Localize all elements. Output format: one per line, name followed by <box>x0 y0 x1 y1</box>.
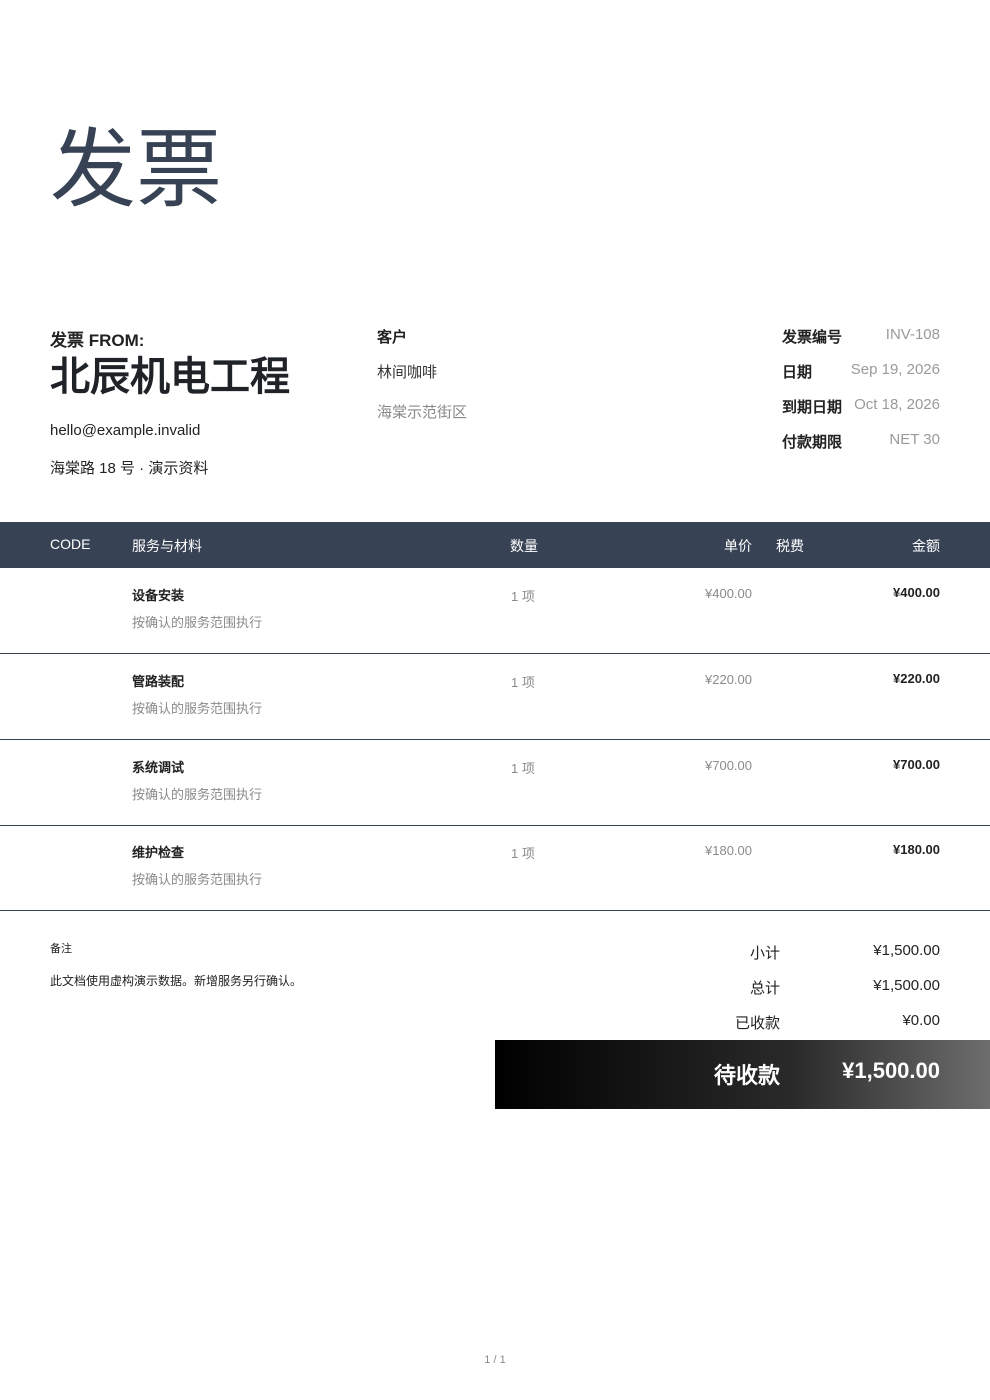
item-qty: 1 项 <box>511 675 535 690</box>
item-description: 按确认的服务范围执行 <box>132 615 263 630</box>
client-address: 海棠示范街区 <box>377 404 468 421</box>
meta-due-date: 到期日期 Oct 18, 2026 <box>782 396 940 416</box>
subtotal-value: ¥1,500.00 <box>873 942 940 959</box>
due-label: 待收款 <box>713 1063 780 1088</box>
paid-value: ¥0.00 <box>902 1012 940 1029</box>
amount-due-bar: 待收款 ¥1,500.00 <box>495 1040 990 1109</box>
item-qty: 1 项 <box>511 589 535 604</box>
item-description: 按确认的服务范围执行 <box>132 701 263 716</box>
item-price: ¥400.00 <box>705 586 752 601</box>
notes-text: 此文档使用虚构演示数据。新增服务另行确认。 <box>50 974 303 988</box>
table-row: 维护检查 按确认的服务范围执行 1 项 ¥180.00 ¥180.00 <box>0 825 990 911</box>
header-item: 服务与材料 <box>132 538 202 554</box>
meta-value: Oct 18, 2026 <box>854 396 940 413</box>
meta-payment-terms: 付款期限 NET 30 <box>782 431 940 451</box>
paid-label: 已收款 <box>734 1015 780 1032</box>
item-qty: 1 项 <box>511 846 535 861</box>
header-qty: 数量 <box>510 538 538 554</box>
meta-key: 付款期限 <box>782 434 843 451</box>
item-price: ¥700.00 <box>705 758 752 773</box>
company-address: 海棠路 18 号 · 演示资料 <box>50 460 209 477</box>
item-amount: ¥180.00 <box>893 842 940 857</box>
subtotal-label: 小计 <box>749 945 780 962</box>
company-name: 北辰机电工程 <box>50 355 290 399</box>
meta-invoice-number: 发票编号 INV-108 <box>782 326 940 346</box>
meta-key: 日期 <box>782 364 813 381</box>
client-name: 林间咖啡 <box>377 364 438 381</box>
item-amount: ¥700.00 <box>893 757 940 772</box>
table-row: 设备安装 按确认的服务范围执行 1 项 ¥400.00 ¥400.00 <box>0 568 990 654</box>
meta-key: 到期日期 <box>782 399 843 416</box>
table-row: 系统调试 按确认的服务范围执行 1 项 ¥700.00 ¥700.00 <box>0 740 990 826</box>
item-qty: 1 项 <box>511 761 535 776</box>
header-price: 单价 <box>724 538 752 554</box>
item-price: ¥220.00 <box>705 672 752 687</box>
client-label: 客户 <box>377 329 408 346</box>
from-label: 发票 FROM: <box>50 331 145 350</box>
company-email: hello@example.invalid <box>50 422 201 439</box>
header-amount: 金额 <box>912 538 940 554</box>
notes-label: 备注 <box>50 943 72 955</box>
meta-date: 日期 Sep 19, 2026 <box>782 361 940 381</box>
item-name: 维护检查 <box>132 845 185 860</box>
table-row: 管路装配 按确认的服务范围执行 1 项 ¥220.00 ¥220.00 <box>0 654 990 740</box>
meta-value: NET 30 <box>889 431 940 448</box>
item-amount: ¥400.00 <box>893 585 940 600</box>
item-name: 系统调试 <box>132 760 185 775</box>
item-description: 按确认的服务范围执行 <box>132 787 263 802</box>
item-description: 按确认的服务范围执行 <box>132 872 263 887</box>
total-label: 总计 <box>749 980 780 997</box>
item-name: 管路装配 <box>132 674 185 689</box>
header-code: CODE <box>50 536 91 552</box>
page-number: 1 / 1 <box>484 1354 506 1366</box>
item-price: ¥180.00 <box>705 843 752 858</box>
total-value: ¥1,500.00 <box>873 977 940 994</box>
invoice-title: 发票 <box>50 122 222 218</box>
meta-key: 发票编号 <box>782 329 843 346</box>
due-value: ¥1,500.00 <box>842 1058 940 1083</box>
header-tax: 税费 <box>776 538 804 554</box>
table-header: CODE 服务与材料 数量 单价 税费 金额 <box>0 522 990 568</box>
item-amount: ¥220.00 <box>893 671 940 686</box>
item-name: 设备安装 <box>132 588 185 603</box>
meta-value: Sep 19, 2026 <box>850 361 940 378</box>
meta-value: INV-108 <box>885 326 940 343</box>
